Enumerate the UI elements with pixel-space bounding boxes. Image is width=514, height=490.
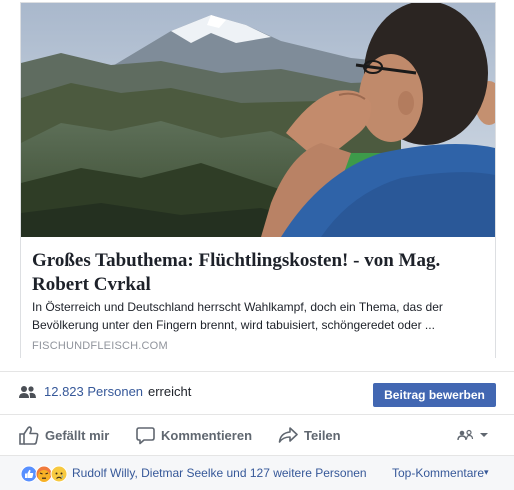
people-icon	[19, 386, 36, 398]
like-label: Gefällt mir	[45, 427, 110, 443]
reach-bar: 12.823 Personen erreicht Beitrag bewerbe…	[0, 371, 514, 415]
audience-selector[interactable]	[457, 425, 491, 445]
landscape-photo	[21, 3, 495, 237]
comment-label: Kommentieren	[161, 427, 253, 443]
promote-post-button[interactable]: Beitrag bewerben	[373, 383, 496, 407]
link-preview-card[interactable]: Großes Tabuthema: Flüchtlingskosten! - v…	[20, 2, 496, 359]
reaction-names-link[interactable]: Rudolf Willy, Dietmar Seelke und 127 wei…	[72, 466, 367, 480]
chevron-down-icon	[480, 433, 488, 437]
reach-suffix: erreicht	[148, 384, 192, 399]
sad-reaction-icon	[50, 465, 68, 483]
share-button[interactable]: Teilen	[278, 424, 341, 446]
link-preview-image[interactable]	[21, 3, 495, 237]
post-actions: Gefällt mir Kommentieren Teilen	[0, 415, 514, 455]
like-reaction-icon	[20, 465, 38, 483]
reach-count-link[interactable]: 12.823 Personen	[44, 384, 143, 399]
like-button[interactable]: Gefällt mir	[19, 424, 109, 446]
thumbs-up-icon	[19, 425, 39, 445]
link-info[interactable]: Großes Tabuthema: Flüchtlingskosten! - v…	[21, 237, 495, 359]
friends-icon	[457, 429, 474, 441]
share-arrow-icon	[278, 427, 298, 443]
reactions-bar: Rudolf Willy, Dietmar Seelke und 127 wei…	[0, 455, 514, 490]
link-title[interactable]: Großes Tabuthema: Flüchtlingskosten! - v…	[32, 249, 482, 297]
share-label: Teilen	[304, 427, 341, 443]
top-comments-dropdown[interactable]: Top-Kommentare▾	[392, 466, 489, 480]
top-comments-label: Top-Kommentare	[392, 466, 485, 480]
reaction-icons[interactable]	[20, 465, 72, 483]
angry-reaction-icon	[35, 465, 53, 483]
comment-bubble-icon	[136, 426, 155, 444]
comment-button[interactable]: Kommentieren	[136, 424, 252, 446]
caret-down-icon: ▾	[484, 467, 489, 477]
link-domain: FISCHUNDFLEISCH.COM	[32, 340, 168, 352]
link-description: In Österreich und Deutschland herrscht W…	[32, 300, 443, 332]
